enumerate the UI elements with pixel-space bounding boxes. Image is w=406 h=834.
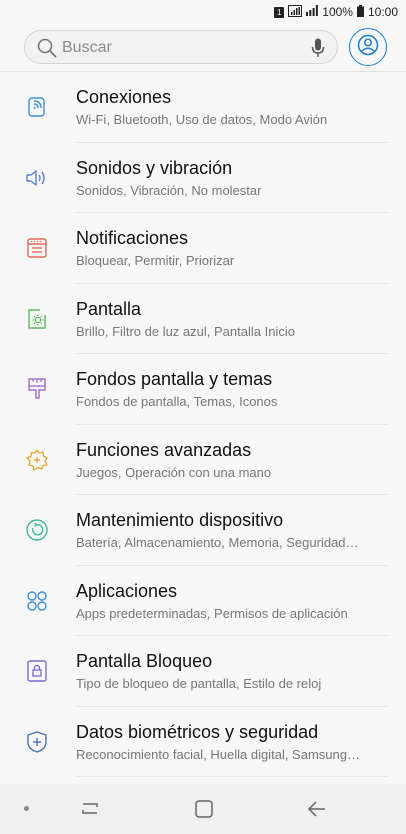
status-bar: 1 100% 10:00 <box>0 0 406 24</box>
profile-button[interactable] <box>349 28 387 66</box>
profile-icon <box>357 34 379 61</box>
settings-item-title: Sonidos y vibración <box>76 157 233 178</box>
dot-icon <box>24 806 29 811</box>
recent-apps-button[interactable] <box>80 798 100 825</box>
microphone-icon[interactable] <box>311 38 325 63</box>
settings-item-subtitle: Batería, Almacenamiento, Memoria, Seguri… <box>76 535 359 550</box>
settings-item-subtitle: Wi-Fi, Bluetooth, Uso de datos, Modo Avi… <box>76 112 328 127</box>
settings-item-fondos[interactable]: Fondos pantalla y temas Fondos de pantal… <box>0 354 406 425</box>
search-row: Buscar <box>0 28 406 72</box>
settings-item-title: Pantalla <box>76 298 142 319</box>
display-icon <box>24 306 50 332</box>
settings-item-title: Conexiones <box>76 87 172 107</box>
settings-item-subtitle: Reconocimiento facial, Huella digital, S… <box>76 746 360 762</box>
sim-badge: 1 <box>274 6 285 18</box>
settings-item-title: Mantenimiento dispositivo <box>76 510 284 530</box>
settings-item-funciones[interactable]: Funciones avanzadas Juegos, Operación co… <box>0 425 406 495</box>
puzzle-gear-icon <box>24 447 50 473</box>
battery-icon <box>356 4 364 20</box>
settings-item-subtitle: Sonidos, Vibración, No molestar <box>76 182 262 198</box>
home-button[interactable] <box>194 799 214 824</box>
clock: 10:00 <box>367 5 398 19</box>
connections-icon <box>24 94 50 120</box>
lock-icon <box>24 658 50 684</box>
settings-item-subtitle: Apps predeterminadas, Permisos de aplica… <box>76 605 348 621</box>
settings-item-title: Pantalla Bloqueo <box>76 651 213 671</box>
settings-item-subtitle: Juegos, Operación con una mano <box>76 464 272 480</box>
settings-item-title: Aplicaciones <box>76 580 178 601</box>
settings-item-title: Datos biométricos y seguridad <box>76 721 319 742</box>
settings-item-subtitle: Fondos de pantalla, Temas, Iconos <box>76 394 278 409</box>
settings-item-pantalla-bloqueo[interactable]: Pantalla Bloqueo Tipo de bloqueo de pant… <box>0 636 406 707</box>
back-button[interactable] <box>306 798 328 825</box>
settings-item-pantalla[interactable]: Pantalla Brillo, Filtro de luz azul, Pan… <box>0 284 406 354</box>
signal-icon <box>288 4 303 20</box>
search-placeholder: Buscar <box>62 39 112 56</box>
brush-icon <box>24 376 50 402</box>
settings-item-aplicaciones[interactable]: Aplicaciones Apps predeterminadas, Permi… <box>0 566 406 636</box>
search-icon <box>37 38 57 63</box>
battery-percent: 100% <box>322 5 353 19</box>
settings-list: Conexiones Wi-Fi, Bluetooth, Uso de dato… <box>0 72 406 777</box>
settings-item-subtitle: Bloquear, Permitir, Priorizar <box>76 253 235 268</box>
apps-grid-icon <box>24 588 50 614</box>
settings-item-subtitle: Brillo, Filtro de luz azul, Pantalla Ini… <box>76 323 295 339</box>
search-input[interactable]: Buscar <box>24 30 338 64</box>
speaker-icon <box>24 165 50 191</box>
navigation-bar <box>0 784 406 834</box>
settings-item-sonidos[interactable]: Sonidos y vibración Sonidos, Vibración, … <box>0 143 406 213</box>
settings-item-subtitle: Tipo de bloqueo de pantalla, Estilo de r… <box>76 676 322 691</box>
refresh-circle-icon <box>24 517 50 543</box>
divider <box>76 776 388 777</box>
settings-item-biometricos[interactable]: Datos biométricos y seguridad Reconocimi… <box>0 707 406 777</box>
settings-item-title: Notificaciones <box>76 228 189 248</box>
settings-item-title: Fondos pantalla y temas <box>76 369 273 389</box>
settings-item-conexiones[interactable]: Conexiones Wi-Fi, Bluetooth, Uso de dato… <box>0 72 406 143</box>
notifications-icon <box>24 235 50 261</box>
signal-strength-icon <box>306 5 319 19</box>
settings-item-title: Funciones avanzadas <box>76 439 252 460</box>
settings-item-mantenimiento[interactable]: Mantenimiento dispositivo Batería, Almac… <box>0 495 406 566</box>
shield-icon <box>24 729 50 755</box>
settings-item-notificaciones[interactable]: Notificaciones Bloquear, Permitir, Prior… <box>0 213 406 284</box>
